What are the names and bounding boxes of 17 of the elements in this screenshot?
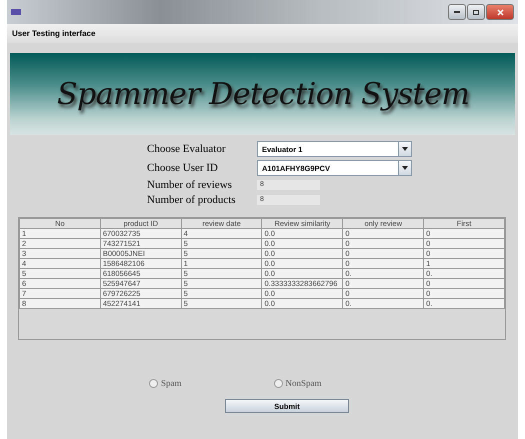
radio-option[interactable]: NonSpam (274, 378, 322, 388)
field-label: Choose User ID (147, 162, 219, 174)
close-icon (496, 8, 504, 16)
app-icon (11, 8, 21, 16)
banner-title: Spammer Detection System (57, 76, 470, 112)
maximize-button[interactable] (467, 4, 485, 20)
dropdown-arrow-icon (402, 166, 408, 170)
close-button[interactable] (486, 4, 514, 20)
minimize-icon (454, 11, 460, 13)
field-label: Choose Evaluator (147, 143, 227, 155)
maximize-icon (473, 10, 479, 14)
field-label: Number of reviews (147, 179, 233, 191)
dropdown-arrow-icon (402, 147, 408, 151)
minimize-button[interactable] (448, 4, 466, 20)
field-label: Number of products (147, 194, 237, 206)
window-subtitle: User Testing interface (7, 24, 518, 43)
radio-option[interactable]: Spam (149, 378, 182, 388)
